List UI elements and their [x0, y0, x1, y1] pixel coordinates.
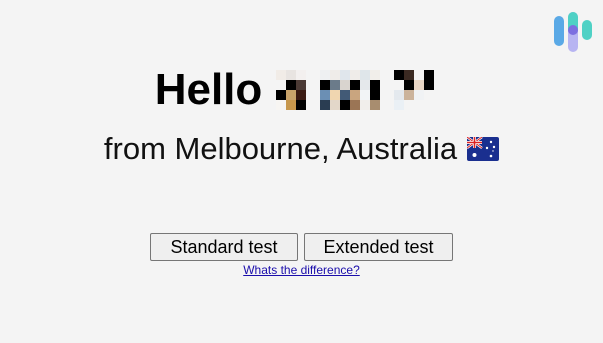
- extended-test-button[interactable]: Extended test: [304, 233, 453, 261]
- page: Hello from Melbourne, Australia Standard…: [0, 0, 603, 343]
- redacted-word: [394, 70, 435, 110]
- hello-text: Hello: [154, 65, 263, 114]
- standard-test-button[interactable]: Standard test: [150, 233, 298, 261]
- redacted-word: [276, 70, 307, 110]
- test-buttons: Standard test Extended test: [0, 233, 603, 261]
- location-text: from Melbourne, Australia: [103, 131, 458, 166]
- location-line: from Melbourne, Australia: [0, 130, 603, 167]
- redacted-name: [276, 70, 448, 110]
- australia-flag-icon: [467, 136, 500, 161]
- brand-logo-icon: [554, 12, 592, 52]
- difference-link-container: Whats the difference?: [0, 263, 603, 277]
- difference-link[interactable]: Whats the difference?: [243, 263, 360, 277]
- redacted-word: [320, 70, 381, 110]
- greeting-heading: Hello: [0, 62, 603, 118]
